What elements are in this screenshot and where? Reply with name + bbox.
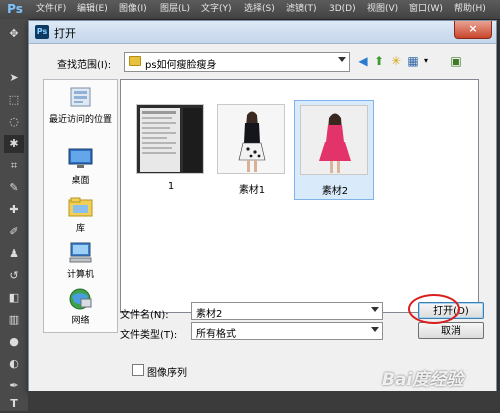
history-brush-tool-icon[interactable]: ↺ (4, 267, 24, 285)
chevron-down-icon[interactable] (371, 307, 379, 312)
file-thumbnail-1 (136, 104, 204, 174)
file-item-1[interactable]: 1 (131, 100, 211, 200)
photoshop-logo: Ps (7, 2, 23, 16)
place-libraries[interactable]: 库 (44, 192, 117, 238)
photoshop-menubar: Ps 文件(F) 编辑(E) 图像(I) 图层(L) 文字(Y) 选择(S) 滤… (0, 0, 500, 20)
lasso-tool-icon[interactable]: ◌ (4, 113, 24, 131)
desktop-icon (68, 148, 93, 168)
file-name-1: 1 (167, 181, 175, 192)
bridge-folder-icon[interactable]: ▣ (449, 54, 463, 68)
menu-filter[interactable]: 滤镜(T) (286, 0, 317, 19)
place-network[interactable]: 网络 (44, 284, 117, 330)
blur-tool-icon[interactable]: ● (4, 333, 24, 351)
dialog-titlebar[interactable]: Ps 打开 × (29, 21, 496, 44)
look-in-dropdown[interactable]: ps如何瘦脸瘦身 (124, 52, 350, 72)
chevron-down-icon (338, 57, 346, 62)
dialog-title: 打开 (54, 27, 76, 40)
brush-tool-icon[interactable]: ✐ (4, 223, 24, 241)
menu-3d[interactable]: 3D(D) (329, 0, 356, 19)
file-thumbnail-sucai1 (217, 104, 285, 174)
places-bar: 最近访问的位置 桌面 库 计算机 网络 (43, 79, 118, 333)
filetype-label: 文件类型(T): (120, 330, 178, 341)
place-label-recent: 最近访问的位置 (48, 115, 112, 125)
recent-places-icon (70, 87, 91, 107)
healing-tool-icon[interactable]: ✚ (4, 201, 24, 219)
filetype-select[interactable]: 所有格式 (191, 322, 383, 340)
place-recent[interactable]: 最近访问的位置 (44, 80, 117, 134)
photoshop-app-icon: Ps (35, 25, 49, 39)
file-name-sucai2: 素材2 (321, 186, 349, 197)
computer-icon (69, 242, 92, 263)
annotation-circle (408, 294, 460, 324)
menu-window[interactable]: 窗口(W) (409, 0, 443, 19)
menu-layer[interactable]: 图层(L) (160, 0, 190, 19)
menu-edit[interactable]: 编辑(E) (77, 0, 108, 19)
place-label-libraries: 库 (75, 224, 85, 234)
menu-file[interactable]: 文件(F) (36, 0, 66, 19)
look-in-value: ps如何瘦脸瘦身 (145, 60, 217, 71)
type-tool-icon[interactable]: T (4, 395, 24, 413)
crop-tool-icon[interactable]: ⌗ (4, 157, 24, 175)
up-folder-icon[interactable]: ⬆ (372, 54, 386, 68)
cancel-button[interactable]: 取消 (418, 322, 484, 339)
place-computer[interactable]: 计算机 (44, 238, 117, 284)
close-button[interactable]: × (454, 21, 492, 39)
menu-help[interactable]: 帮助(H) (454, 0, 486, 19)
view-menu-chevron-icon[interactable]: ▾ (419, 54, 433, 68)
filename-input[interactable]: 素材2 (191, 302, 383, 320)
folder-icon (129, 56, 141, 66)
eyedropper-tool-icon[interactable]: ✎ (4, 179, 24, 197)
dodge-tool-icon[interactable]: ◐ (4, 355, 24, 373)
move-tool-icon[interactable]: ✥ (4, 25, 24, 43)
view-menu-icon[interactable]: ▦ (406, 54, 420, 68)
tools-panel: ✥ ➤ ⬚ ◌ ✱ ⌗ ✎ ✚ ✐ ♟ ↺ ◧ ▥ ● ◐ ✒ T (0, 19, 29, 411)
new-folder-icon[interactable]: ✳ (389, 54, 403, 68)
back-icon[interactable]: ◀ (356, 54, 370, 68)
image-sequence-label: 图像序列 (147, 368, 187, 379)
file-item-sucai2[interactable]: 素材2 (294, 100, 374, 200)
magic-wand-tool-icon[interactable]: ✱ (4, 135, 24, 153)
place-label-computer: 计算机 (66, 270, 94, 280)
network-icon (69, 288, 92, 310)
eraser-tool-icon[interactable]: ◧ (4, 289, 24, 307)
place-label-network: 网络 (71, 316, 90, 326)
pen-tool-icon[interactable]: ✒ (4, 377, 24, 395)
workspace-background (28, 391, 500, 411)
libraries-icon (68, 197, 93, 217)
chevron-down-icon[interactable] (371, 327, 379, 332)
look-in-label: 查找范围(I): (57, 60, 112, 71)
marquee-tool-icon[interactable]: ⬚ (4, 91, 24, 109)
menu-type[interactable]: 文字(Y) (201, 0, 232, 19)
menu-view[interactable]: 视图(V) (367, 0, 398, 19)
gradient-tool-icon[interactable]: ▥ (4, 311, 24, 329)
file-thumbnail-sucai2 (300, 105, 368, 175)
filename-label: 文件名(N): (120, 310, 169, 321)
file-list-view[interactable]: 1 素材1 素材2 (120, 79, 479, 313)
menu-select[interactable]: 选择(S) (244, 0, 275, 19)
filename-value: 素材2 (196, 309, 223, 320)
baidu-watermark: Bai度经验 (382, 370, 464, 390)
open-file-dialog: Ps 打开 × 查找范围(I): ps如何瘦脸瘦身 ◀ ⬆ ✳ ▦ ▾ ▣ 最近… (28, 20, 497, 392)
menu-image[interactable]: 图像(I) (119, 0, 147, 19)
place-label-desktop: 桌面 (71, 176, 90, 186)
filetype-value: 所有格式 (196, 329, 236, 340)
place-desktop[interactable]: 桌面 (44, 144, 117, 190)
move-arrow-tool-icon[interactable]: ➤ (4, 69, 24, 87)
stamp-tool-icon[interactable]: ♟ (4, 245, 24, 263)
image-sequence-checkbox[interactable] (132, 364, 144, 376)
file-name-sucai1: 素材1 (238, 185, 266, 196)
file-item-sucai1[interactable]: 素材1 (212, 100, 292, 200)
